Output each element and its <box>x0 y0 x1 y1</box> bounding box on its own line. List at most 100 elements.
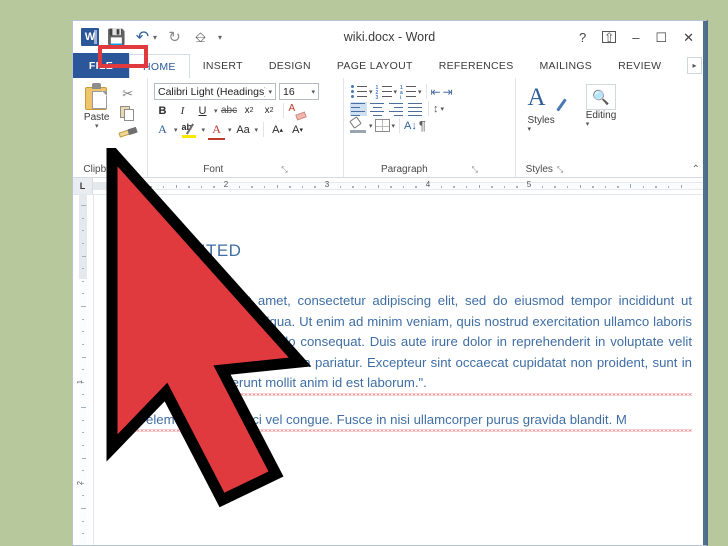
borders-icon[interactable] <box>374 119 390 132</box>
horizontal-ruler[interactable]: L 2 3 4 5 <box>73 178 706 195</box>
help-button[interactable]: ? <box>579 31 586 44</box>
font-size-value: 16 <box>283 85 295 98</box>
ribbon-group-font: Calibri Light (Headings) ▾ 16 ▾ B I U ▾ <box>147 78 343 177</box>
justify-icon[interactable] <box>407 102 424 117</box>
font-row-divider-2 <box>263 122 265 137</box>
font-color-button[interactable]: A <box>208 121 226 140</box>
multilevel-list-icon[interactable]: 1ai <box>399 85 417 101</box>
vruler-tick <box>82 343 84 345</box>
ruler-tick <box>541 186 544 188</box>
customize-qat-icon[interactable]: ▾ <box>218 33 222 42</box>
shading-icon[interactable] <box>349 116 367 133</box>
tab-mailings[interactable]: MAILINGS <box>527 53 606 78</box>
close-button[interactable]: ✕ <box>683 31 694 44</box>
paste-caret-icon[interactable]: ▾ <box>95 123 99 130</box>
line-spacing-icon[interactable]: ↕ <box>433 103 439 115</box>
tab-insert[interactable]: INSERT <box>190 53 256 78</box>
decrease-indent-icon[interactable]: ⇤ <box>431 85 441 99</box>
change-case-caret-icon[interactable]: ▾ <box>255 126 259 134</box>
vruler-number: 2 <box>77 481 84 485</box>
numbering-caret-icon[interactable]: ▾ <box>394 88 398 96</box>
ruler-tick <box>516 186 518 188</box>
clear-formatting-button[interactable]: A <box>289 102 307 121</box>
sort-icon[interactable]: A↓ <box>404 120 417 132</box>
format-painter-icon[interactable] <box>118 125 138 142</box>
text-highlight-caret-icon[interactable]: ▾ <box>202 126 206 134</box>
tab-page-layout[interactable]: PAGE LAYOUT <box>324 53 426 78</box>
ruler-tick <box>592 186 594 188</box>
save-icon[interactable]: 💾 <box>107 29 126 46</box>
align-left-icon[interactable] <box>350 101 367 117</box>
highlighter-icon: ab <box>181 122 199 138</box>
editing-button[interactable]: 🔍 <box>585 84 616 110</box>
superscript-button[interactable]: x2 <box>261 102 278 119</box>
vertical-ruler[interactable]: 12 <box>73 195 93 545</box>
shrink-font-button[interactable]: A ▾ <box>289 121 306 138</box>
font-dialog-launcher-icon[interactable]: ⤡ <box>281 165 287 175</box>
shading-caret-icon[interactable]: ▾ <box>369 122 373 130</box>
tab-design[interactable]: DESIGN <box>256 53 324 78</box>
ruler-tick <box>617 186 619 188</box>
ruler-tick <box>465 186 468 188</box>
cut-icon[interactable]: ✂ <box>119 85 137 102</box>
font-size-caret-icon[interactable]: ▾ <box>311 88 315 96</box>
maximize-button[interactable]: ☐ <box>655 31 667 44</box>
ruler-left-margin <box>93 182 125 190</box>
align-center-icon[interactable] <box>369 102 386 117</box>
ribbon-group-editing: 🔍 Editing ▾ <box>573 78 629 177</box>
redo-icon[interactable]: ↻ <box>166 29 183 46</box>
ruler-tick <box>276 185 278 188</box>
bullets-icon[interactable] <box>350 84 367 99</box>
underline-caret-icon[interactable]: ▾ <box>214 107 218 115</box>
paste-button[interactable]: Paste ▾ <box>79 81 114 130</box>
clipboard-dialog-launcher-icon[interactable]: ⤡ <box>130 165 136 175</box>
paragraph-dialog-launcher-icon[interactable]: ⤡ <box>472 165 478 175</box>
styles-button[interactable]: A <box>528 83 567 115</box>
tab-references[interactable]: REFERENCES <box>426 53 527 78</box>
ruler-tick <box>440 186 443 188</box>
undo-caret-icon[interactable]: ▾ <box>153 33 157 42</box>
ribbon-display-options-icon[interactable]: ⇧ <box>602 31 617 44</box>
font-name-caret-icon[interactable]: ▾ <box>268 88 272 96</box>
horizontal-ruler-track[interactable]: 2 3 4 5 <box>93 178 706 194</box>
underline-button[interactable]: U <box>194 102 211 119</box>
undo-control[interactable]: ↶ ▾ <box>134 29 157 46</box>
subscript-button[interactable]: x2 <box>241 102 258 119</box>
ruler-tick <box>251 186 253 188</box>
styles-dialog-launcher-icon[interactable]: ⤡ <box>557 165 563 175</box>
undo-icon[interactable]: ↶ <box>134 29 151 46</box>
text-effects-button[interactable]: A <box>154 121 171 138</box>
tab-overflow-arrow-icon[interactable]: ▸ <box>687 57 702 74</box>
grow-font-button[interactable]: A ▴ <box>269 121 286 138</box>
align-right-icon[interactable] <box>388 102 405 117</box>
editing-caret-icon[interactable]: ▾ <box>586 121 590 128</box>
touch-mouse-mode-icon[interactable]: ⎒ <box>192 29 209 46</box>
ruler-tick <box>478 185 480 188</box>
minimize-button[interactable]: – <box>632 31 639 44</box>
vruler-tick <box>82 533 84 535</box>
increase-indent-icon[interactable]: ⇥ <box>443 85 453 99</box>
bullets-caret-icon[interactable]: ▾ <box>369 88 373 96</box>
collapse-ribbon-icon[interactable]: ⌃ <box>692 164 700 175</box>
font-name-combobox[interactable]: Calibri Light (Headings) ▾ <box>154 83 276 100</box>
text-highlight-color-button[interactable]: ab <box>181 121 199 138</box>
strikethrough-button[interactable]: abc <box>221 102 238 119</box>
text-effects-caret-icon[interactable]: ▾ <box>174 126 178 134</box>
copy-icon[interactable] <box>119 105 137 122</box>
line-spacing-caret-icon[interactable]: ▾ <box>441 105 445 113</box>
ruler-tick <box>301 186 304 188</box>
numbering-icon[interactable]: 123 <box>375 85 392 101</box>
change-case-button[interactable]: Aa <box>235 121 252 138</box>
paragraph-group-label-row: Paragraph ⤡ <box>350 164 509 177</box>
styles-caret-icon[interactable]: ▾ <box>528 126 532 133</box>
show-formatting-marks-icon[interactable]: ¶ <box>419 118 426 133</box>
multilevel-list-caret-icon[interactable]: ▾ <box>418 88 422 96</box>
font-size-combobox[interactable]: 16 ▾ <box>279 83 319 100</box>
borders-caret-icon[interactable]: ▾ <box>392 122 396 130</box>
bold-button[interactable]: B <box>154 102 171 119</box>
tab-review[interactable]: REVIEW <box>605 53 674 78</box>
font-color-caret-icon[interactable]: ▾ <box>228 126 232 134</box>
document-page[interactable]: WORKS CITED Lorem ipsum dolor sit amet, … <box>93 195 706 545</box>
tab-stop-selector[interactable]: L <box>73 178 93 194</box>
italic-button[interactable]: I <box>174 102 191 119</box>
